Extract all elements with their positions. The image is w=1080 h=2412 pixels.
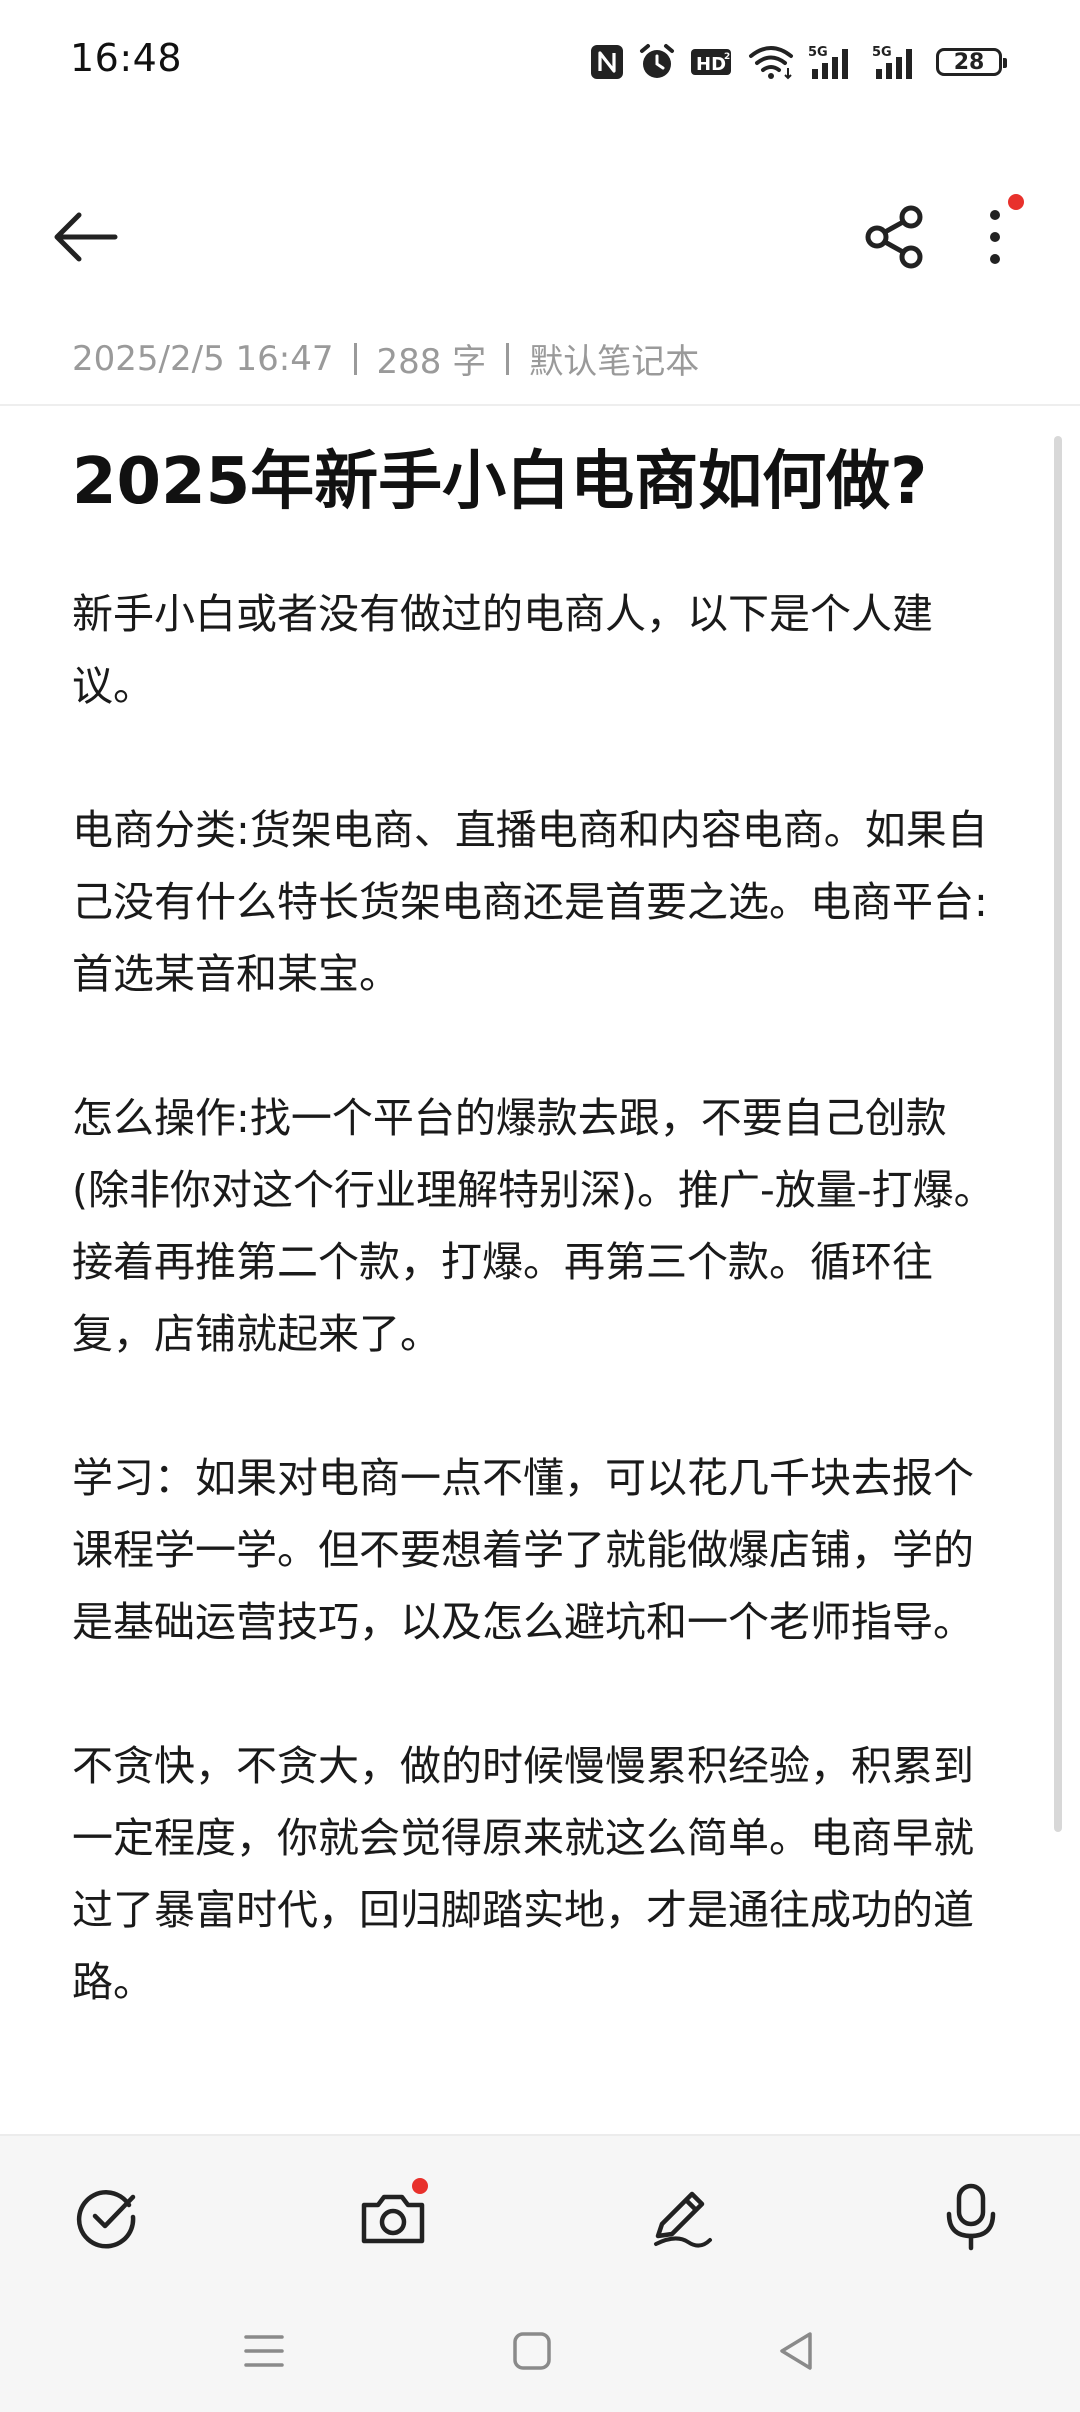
hd-icon: HD 2 (691, 49, 731, 75)
more-vertical-icon (990, 210, 1000, 264)
meta-separator (506, 342, 510, 375)
top-toolbar (0, 170, 1080, 290)
note-paragraph: 怎么操作:找一个平台的爆款去跟，不要自己创款(除非你对这个行业理解特别深)。推广… (72, 1094, 995, 1358)
wifi-icon (749, 46, 793, 80)
share-button[interactable] (850, 192, 940, 282)
nav-menu-button[interactable] (224, 2316, 304, 2386)
note-date: 2025/2/5 16:47 (72, 338, 334, 379)
nav-home-button[interactable] (492, 2316, 572, 2386)
share-icon (865, 205, 923, 269)
note-word-count: 288 字 (376, 342, 487, 382)
meta-separator (353, 342, 357, 375)
pen-icon (654, 2191, 712, 2248)
notification-dot (1008, 194, 1024, 210)
note-body[interactable]: 新手小白或者没有做过的电商人，以下是个人建议。 电商分类:货架电商、直播电商和内… (72, 578, 1002, 2090)
battery-level: 28 (953, 49, 985, 75)
microphone-icon (946, 2183, 996, 2251)
note-notebook[interactable]: 默认笔记本 (529, 334, 699, 383)
note-title[interactable]: 2025年新手小白电商如何做? (72, 440, 1010, 524)
menu-icon (244, 2335, 284, 2367)
nav-back-button[interactable] (756, 2316, 836, 2386)
more-options-button[interactable] (950, 192, 1040, 282)
note-paragraph: 学习：如果对电商一点不懂，可以花几千块去报个课程学一学。但不要想着学了就能做爆店… (72, 1454, 974, 1646)
scrollbar[interactable] (1054, 436, 1062, 1832)
camera-button[interactable] (348, 2172, 438, 2262)
svg-text:HD: HD (696, 54, 726, 75)
home-square-icon (513, 2332, 551, 2370)
signal-5g-icon: 5G (808, 45, 848, 79)
checklist-button[interactable] (62, 2172, 152, 2262)
note-paragraph: 电商分类:货架电商、直播电商和内容电商。如果自己没有什么特长货架电商还是首要之选… (72, 806, 988, 998)
note-meta: 2025/2/5 16:47 288 字 默认笔记本 (72, 334, 699, 383)
note-detail-screen: 16:48 HD 2 5G 5G 28 2025/2/5 16:47 288 字… (0, 0, 1080, 2412)
meta-divider (0, 404, 1080, 406)
note-paragraph: 新手小白或者没有做过的电商人，以下是个人建议。 (72, 590, 933, 710)
battery-indicator: 28 (936, 48, 1007, 76)
note-paragraph: 不贪快，不贪大，做的时候慢慢累积经验，积累到一定程度，你就会觉得原来就这么简单。… (72, 1742, 974, 2006)
svg-text:2: 2 (724, 52, 730, 62)
status-icons: HD 2 5G 5G 28 (590, 40, 1007, 84)
checklist-icon (76, 2190, 136, 2249)
voice-input-button[interactable] (926, 2172, 1016, 2262)
svg-text:5G: 5G (872, 45, 892, 60)
nfc-icon (591, 45, 623, 79)
status-time: 16:48 (70, 36, 183, 80)
system-nav-bar (0, 2286, 1080, 2412)
signal-5g-icon: 5G (872, 45, 912, 79)
bottom-toolbar (0, 2134, 1080, 2286)
notification-dot (412, 2178, 428, 2194)
svg-text:5G: 5G (808, 45, 828, 60)
back-button[interactable] (40, 192, 130, 282)
arrow-left-icon (54, 212, 118, 262)
camera-icon (361, 2194, 425, 2244)
back-triangle-icon (780, 2332, 812, 2370)
alarm-icon (640, 44, 674, 78)
status-bar: 16:48 HD 2 5G 5G 28 (0, 0, 1080, 120)
pen-button[interactable] (636, 2172, 726, 2262)
